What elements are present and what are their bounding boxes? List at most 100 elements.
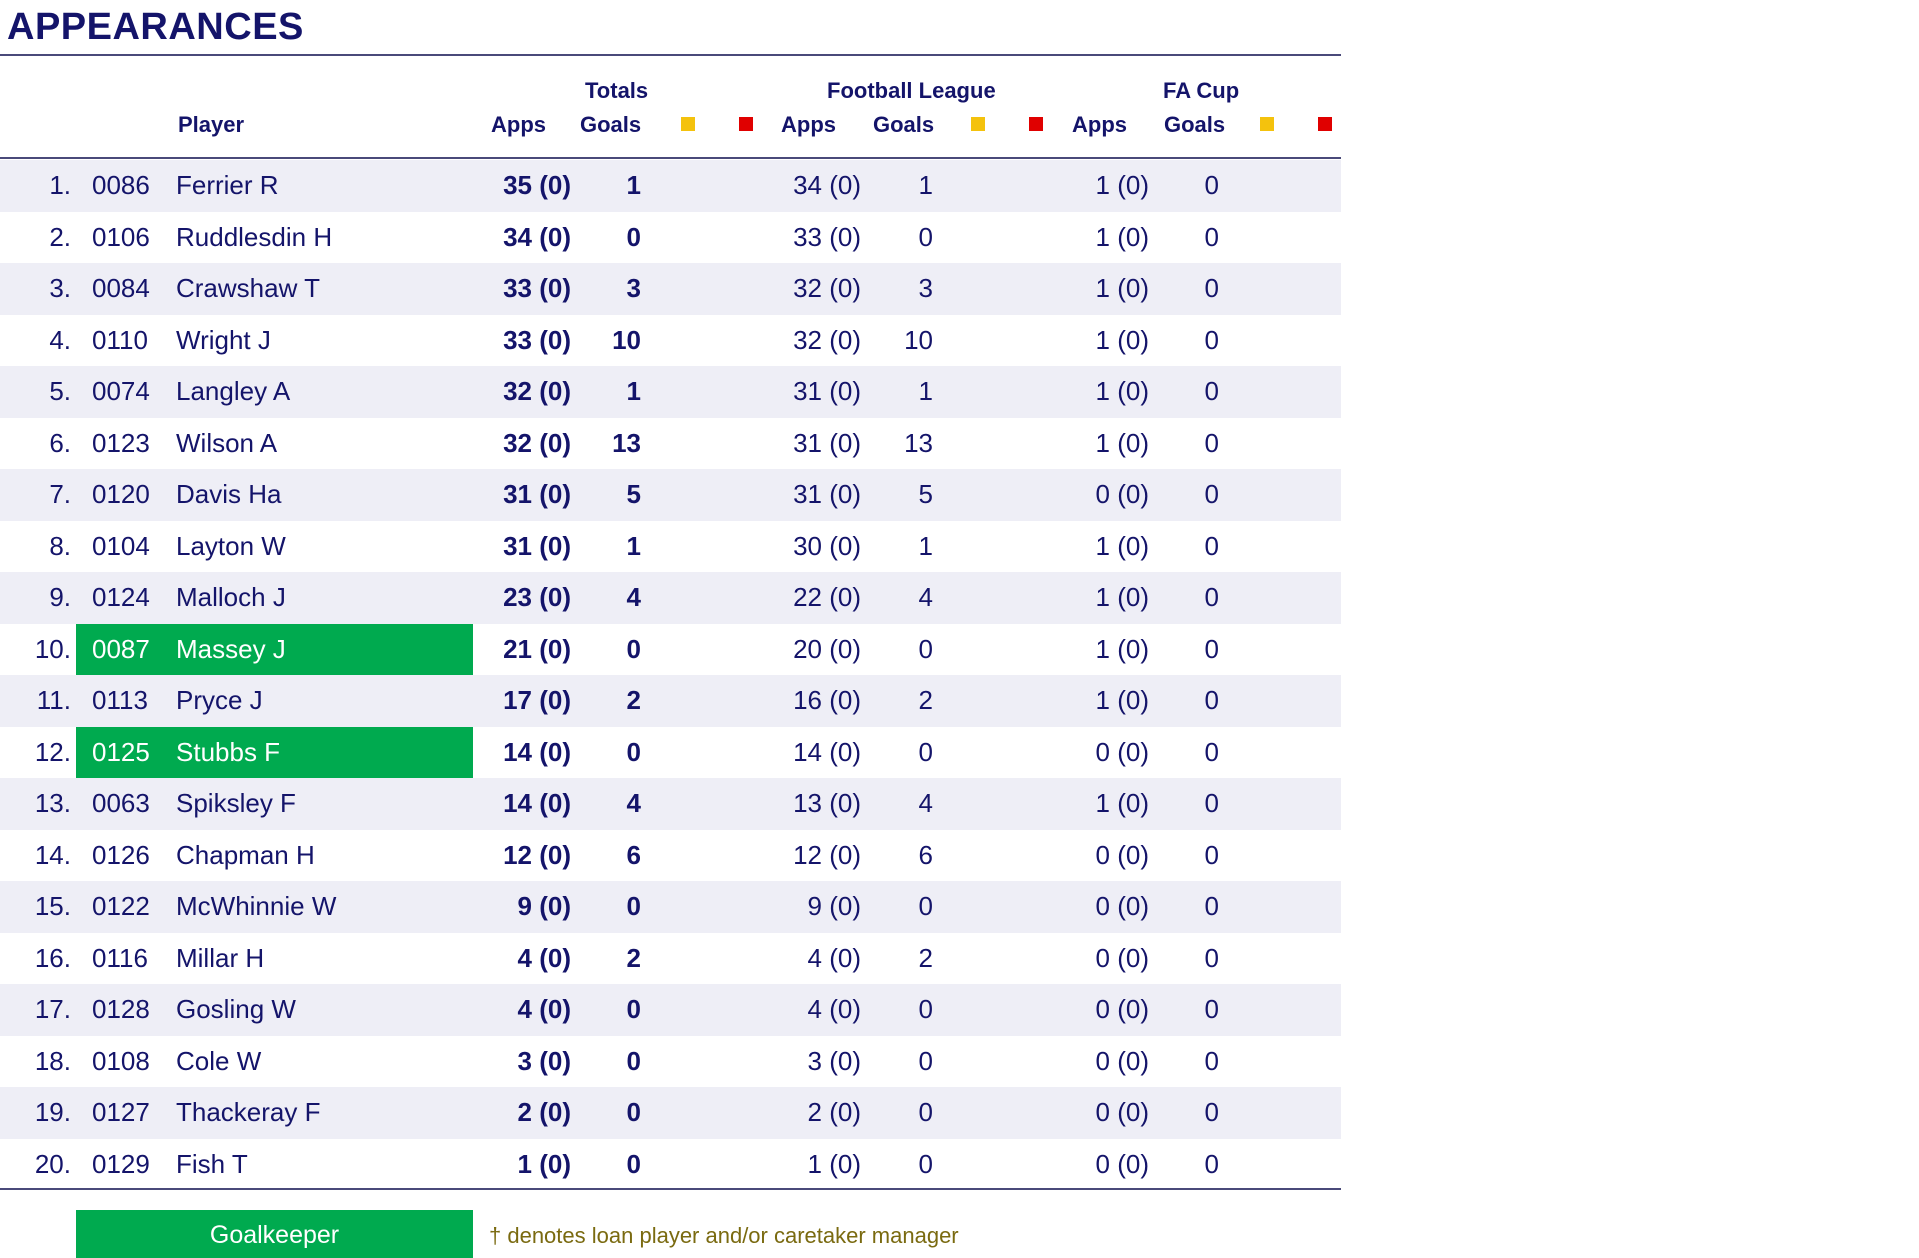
- cup-goals: 0: [1204, 891, 1219, 921]
- league-apps: 20 (0): [793, 633, 861, 664]
- table-row: 20. 0129 Fish T 1 (0) 0 1 (0) 0 0 (0) 0: [0, 1139, 1341, 1191]
- league-goals: 4: [918, 582, 933, 612]
- cup-goals: 0: [1204, 1148, 1219, 1179]
- player-rank: 5.: [49, 376, 71, 406]
- league-goals: 0: [918, 1148, 933, 1179]
- total-apps: 12 (0): [503, 839, 571, 870]
- appearances-table: 1. 0086 Ferrier R 35 (0) 1 34 (0) 1 1 (0) 0 2. 010…: [0, 160, 1341, 1190]
- league-apps: 22 (0): [793, 582, 861, 612]
- total-apps: 4 (0): [517, 994, 571, 1024]
- league-apps: 4 (0): [807, 942, 861, 973]
- table-row: 10. 0087 Massey J 21 (0) 0 20 (0) 0 1 (0) 0: [0, 623, 1341, 675]
- table-row: 7. 0120 Davis Ha 31 (0) 5 31 (0) 5 0 (0) 0: [0, 469, 1341, 521]
- fa-cup-header: FA Cup: [1163, 78, 1240, 103]
- total-apps: 21 (0): [503, 633, 571, 664]
- total-goals: 1: [626, 530, 641, 561]
- cup-goals: 0: [1204, 994, 1219, 1024]
- player-name: Thackeray F: [176, 1097, 321, 1127]
- player-name: Gosling W: [176, 994, 296, 1024]
- player-code: 0086: [92, 170, 150, 200]
- title-divider: [0, 54, 1341, 56]
- player-name: Ruddlesdin H: [176, 221, 333, 252]
- cup-goals: 0: [1204, 376, 1219, 406]
- cup-apps: 1 (0): [1095, 273, 1149, 303]
- cup-apps: 0 (0): [1095, 479, 1149, 509]
- header-divider: [0, 157, 1341, 159]
- player-code: 0123: [92, 427, 150, 458]
- cup-goals: 0: [1204, 582, 1219, 612]
- table-row: 6. 0123 Wilson A 32 (0) 13 31 (0) 13 1 (0) 0: [0, 418, 1341, 470]
- cup-apps: 1 (0): [1095, 324, 1149, 355]
- player-rank: 9.: [49, 582, 71, 612]
- league-goals: 4: [918, 788, 933, 818]
- table-row: 12. 0125 Stubbs F 14 (0) 0 14 (0) 0 0 (0) 0: [0, 726, 1341, 778]
- totals-apps-header: Apps: [491, 112, 546, 137]
- total-apps: 32 (0): [503, 427, 571, 458]
- league-apps: 31 (0): [793, 427, 861, 458]
- player-code: 0116: [92, 942, 148, 973]
- total-apps: 31 (0): [503, 530, 571, 561]
- total-goals: 1: [626, 376, 641, 406]
- player-code: 0129: [92, 1148, 150, 1179]
- player-rank: 20.: [34, 1148, 71, 1179]
- player-rank: 16.: [34, 942, 71, 973]
- league-goals: 1: [918, 376, 933, 406]
- player-name: Ferrier R: [176, 170, 279, 200]
- league-apps: 32 (0): [793, 273, 861, 303]
- total-apps: 32 (0): [503, 376, 571, 406]
- player-rank: 12.: [34, 736, 71, 767]
- player-rank: 10.: [34, 633, 71, 664]
- total-goals: 4: [626, 788, 641, 818]
- player-rank: 18.: [34, 1045, 71, 1076]
- totals-header: Totals: [585, 78, 649, 103]
- total-goals: 2: [626, 685, 641, 715]
- total-apps: 33 (0): [503, 273, 571, 303]
- league-goals: 3: [918, 273, 933, 303]
- league-apps: 16 (0): [793, 685, 861, 715]
- cup-apps: 1 (0): [1095, 685, 1149, 715]
- cup-goals: 0: [1204, 221, 1219, 252]
- total-apps: 3 (0): [517, 1045, 571, 1076]
- total-goals: 0: [626, 221, 641, 252]
- total-apps: 33 (0): [503, 324, 571, 355]
- table-row: 13. 0063 Spiksley F 14 (0) 4 13 (0) 4 1 (0) 0: [0, 778, 1341, 830]
- total-goals: 0: [626, 633, 641, 664]
- league-red-card-icon: [1029, 117, 1043, 131]
- league-goals: 1: [918, 530, 933, 561]
- cup-goals: 0: [1204, 530, 1219, 561]
- total-goals: 2: [626, 942, 641, 973]
- player-code: 0074: [92, 376, 150, 406]
- table-row: 18. 0108 Cole W 3 (0) 0 3 (0) 0 0 (0) 0: [0, 1036, 1341, 1088]
- total-apps: 2 (0): [517, 1097, 571, 1127]
- player-rank: 2.: [49, 221, 71, 252]
- table-row: 3. 0084 Crawshaw T 33 (0) 3 32 (0) 3 1 (0) 0: [0, 263, 1341, 315]
- league-apps: 31 (0): [793, 376, 861, 406]
- player-name: Cole W: [176, 1045, 262, 1076]
- league-goals: 10: [904, 324, 933, 355]
- cup-goals: 0: [1204, 324, 1219, 355]
- cup-apps: 1 (0): [1095, 376, 1149, 406]
- total-apps: 14 (0): [503, 788, 571, 818]
- league-goals: 0: [918, 994, 933, 1024]
- league-apps: 12 (0): [793, 839, 861, 870]
- player-name: Malloch J: [176, 582, 286, 612]
- cup-apps: 0 (0): [1095, 994, 1149, 1024]
- cup-goals: 0: [1204, 942, 1219, 973]
- cup-apps: 1 (0): [1095, 788, 1149, 818]
- league-apps: 3 (0): [807, 1045, 861, 1076]
- cup-apps: 0 (0): [1095, 942, 1149, 973]
- player-rank: 13.: [34, 788, 71, 818]
- table-row: 19. 0127 Thackeray F 2 (0) 0 2 (0) 0 0 (0) 0: [0, 1087, 1341, 1139]
- player-code: 0108: [92, 1045, 150, 1076]
- cup-apps: 0 (0): [1095, 891, 1149, 921]
- player-name: Crawshaw T: [176, 273, 321, 303]
- total-goals: 13: [612, 427, 641, 458]
- player-code: 0122: [92, 891, 150, 921]
- total-apps: 14 (0): [503, 736, 571, 767]
- league-goals-header: Goals: [873, 112, 935, 137]
- player-name: Chapman H: [176, 839, 315, 870]
- cup-goals: 0: [1204, 1097, 1219, 1127]
- cup-apps: 0 (0): [1095, 1148, 1149, 1179]
- cup-goals: 0: [1204, 273, 1219, 303]
- cup-goals: 0: [1204, 736, 1219, 767]
